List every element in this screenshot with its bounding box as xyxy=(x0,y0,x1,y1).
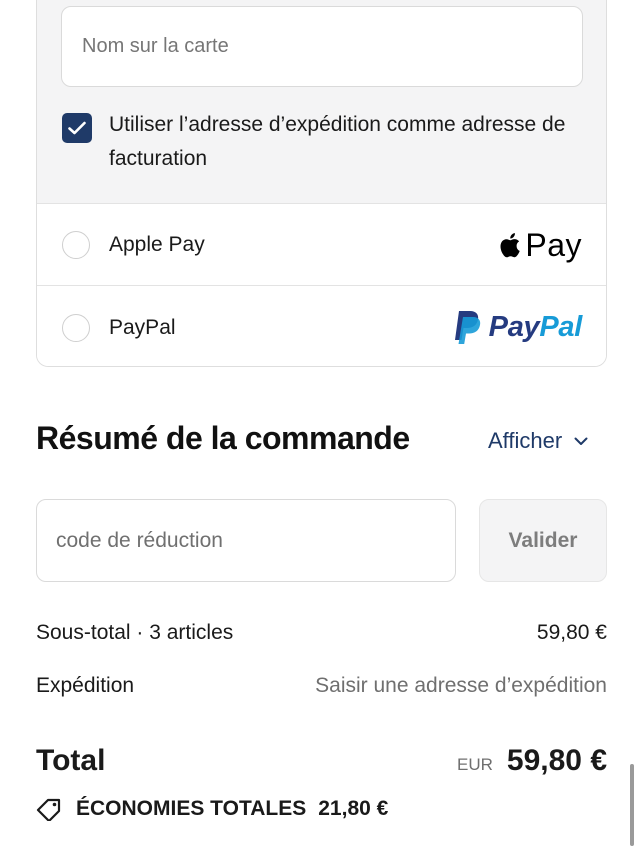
apply-discount-button[interactable]: Valider xyxy=(479,499,607,582)
paypal-label: PayPal xyxy=(109,316,176,339)
apple-pay-label: Apple Pay xyxy=(109,233,205,256)
payment-option-apple-pay[interactable]: Apple Pay Pay xyxy=(37,204,606,286)
discount-tag-icon xyxy=(36,798,61,821)
name-on-card-input[interactable] xyxy=(61,6,583,87)
checkmark-icon xyxy=(68,121,86,135)
card-details-section: Utiliser l’adresse d’expédition comme ad… xyxy=(37,0,606,204)
subtotal-value: 59,80 € xyxy=(536,621,607,644)
discount-code-input[interactable] xyxy=(36,499,456,582)
apple-pay-logo-text: Pay xyxy=(525,226,582,263)
order-summary-title: Résumé de la commande xyxy=(36,420,410,456)
scrollbar[interactable] xyxy=(630,764,634,846)
chevron-down-icon xyxy=(574,437,588,445)
shipping-label: Expédition xyxy=(36,674,135,697)
billing-address-checkbox-label[interactable]: Utiliser l’adresse d’expédition comme ad… xyxy=(109,108,569,176)
paypal-radio[interactable] xyxy=(62,314,90,342)
show-summary-label: Afficher xyxy=(488,428,563,453)
total-amount: 59,80 € xyxy=(506,744,607,777)
subtotal-label: Sous-total · 3 articles xyxy=(36,621,234,644)
payment-methods-card: Utiliser l’adresse d’expédition comme ad… xyxy=(36,0,607,367)
apple-pay-logo: Pay xyxy=(500,226,582,264)
total-value: EUR 59,80 € xyxy=(457,744,607,778)
total-label: Total xyxy=(36,744,106,777)
billing-address-checkbox[interactable] xyxy=(62,113,92,143)
savings-label: ÉCONOMIES TOTALES xyxy=(76,797,307,820)
total-savings: ÉCONOMIES TOTALES 21,80 € xyxy=(36,797,388,821)
apple-pay-radio[interactable] xyxy=(62,231,90,259)
savings-value: 21,80 € xyxy=(318,797,389,820)
paypal-logo: PayPal xyxy=(451,307,582,347)
total-currency: EUR xyxy=(457,755,493,774)
paypal-logo-text: PayPal xyxy=(488,310,583,343)
paypal-icon xyxy=(454,311,480,344)
payment-option-paypal[interactable]: PayPal PayPal xyxy=(37,287,606,366)
apple-icon xyxy=(500,233,521,258)
shipping-value: Saisir une adresse d’expédition xyxy=(315,674,607,697)
show-summary-toggle[interactable]: Afficher xyxy=(488,428,588,454)
